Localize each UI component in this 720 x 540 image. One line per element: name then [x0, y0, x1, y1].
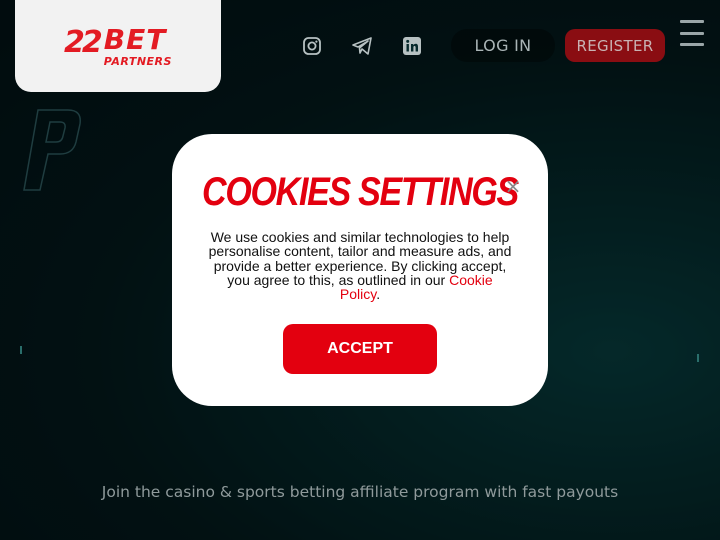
menu-icon-bar [680, 43, 704, 46]
logo-mark: 22 [64, 24, 103, 60]
telegram-icon[interactable] [351, 35, 373, 57]
cookie-settings-dialog: COOKIES SETTINGS × We use cookies and si… [172, 134, 548, 406]
logo-brand: BET [103, 22, 167, 56]
brand-logo[interactable]: 22 BET PARTNERS [15, 0, 221, 92]
register-button[interactable]: REGISTER [565, 29, 665, 62]
decorative-dot [697, 354, 699, 362]
cookie-dialog-text: We use cookies and similar technologies … [208, 230, 512, 303]
hero-outline-letter [18, 108, 84, 197]
menu-icon-bar [680, 20, 704, 23]
instagram-icon[interactable] [301, 35, 323, 57]
cookie-dialog-body-end: . [376, 286, 381, 303]
logo-text: BET PARTNERS [103, 22, 172, 68]
menu-icon-bar [680, 31, 704, 35]
logo-sub: PARTNERS [103, 54, 172, 68]
linkedin-icon[interactable] [401, 35, 423, 57]
close-icon[interactable]: × [503, 176, 523, 196]
decorative-dot [20, 346, 22, 354]
accept-button[interactable]: ACCEPT [283, 324, 437, 374]
menu-icon[interactable] [680, 20, 704, 46]
hero-tagline: Join the casino & sports betting affilia… [101, 483, 619, 501]
login-button[interactable]: LOG IN [451, 29, 555, 62]
cookie-dialog-title: COOKIES SETTINGS [202, 170, 519, 214]
